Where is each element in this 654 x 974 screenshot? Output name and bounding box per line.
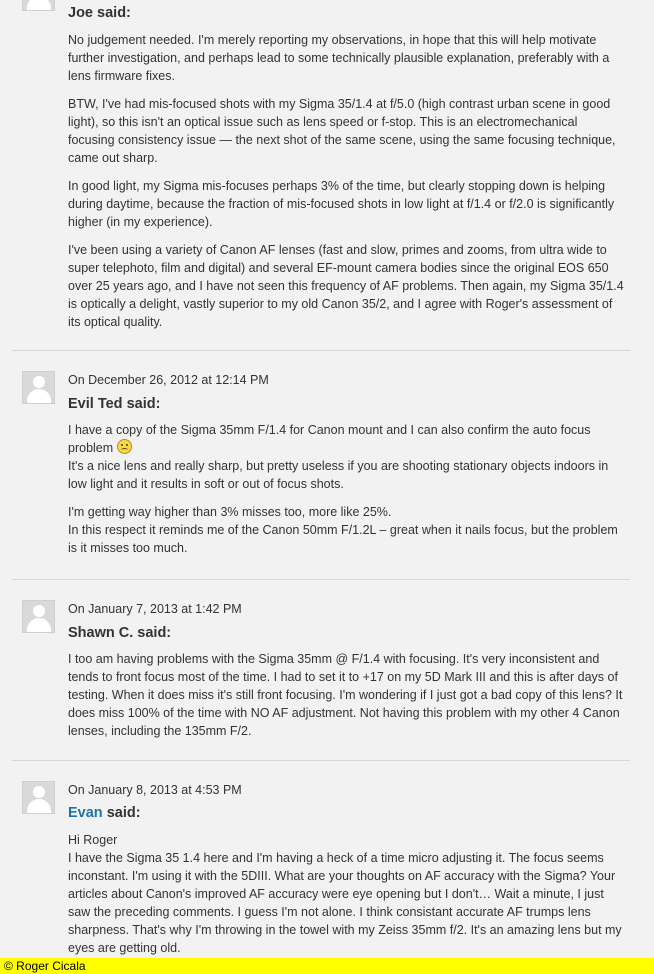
comment-greeting: Hi Roger [68, 833, 118, 847]
avatar [22, 781, 55, 814]
comment-paragraph: No judgement needed. I'm merely reportin… [68, 33, 610, 83]
comment-author: Shawn C. said: [68, 625, 171, 641]
avatar [22, 371, 55, 404]
comment-paragraph: BTW, I've had mis-focused shots with my … [68, 97, 616, 165]
comment-paragraph: I'm getting way higher than 3% misses to… [68, 505, 392, 519]
said-label: said: [106, 805, 141, 821]
author-name-link[interactable]: Evan [68, 805, 103, 821]
comment-divider [12, 350, 630, 351]
comment-body: I have a copy of the Sigma 35mm F/1.4 fo… [68, 421, 624, 557]
comment-paragraph: In this respect it reminds me of the Can… [68, 523, 618, 555]
comment-divider [12, 579, 630, 580]
sad-face-icon [116, 439, 132, 454]
comment-date[interactable]: On December 26, 2012 at 12:14 PM [68, 373, 269, 387]
comment-paragraph: I too am having problems with the Sigma … [68, 652, 623, 738]
comment-body: I too am having problems with the Sigma … [68, 650, 624, 750]
comment-paragraph: I have the Sigma 35 1.4 here and I'm hav… [68, 851, 622, 955]
comment-paragraph: It's a nice lens and really sharp, but p… [68, 459, 609, 491]
said-label: said: [126, 396, 161, 412]
comment-date[interactable]: On January 7, 2013 at 1:42 PM [68, 602, 242, 616]
avatar [22, 0, 55, 11]
comment-body: Hi Roger I have the Sigma 35 1.4 here an… [68, 831, 624, 957]
author-name: Joe [68, 5, 93, 21]
said-label: said: [137, 625, 172, 641]
comment-author: Evan said: [68, 805, 141, 821]
comment-body: No judgement needed. I'm merely reportin… [68, 31, 624, 341]
copyright-footer: © Roger Cicala [0, 958, 654, 974]
comment-author: Evil Ted said: [68, 396, 160, 412]
said-label: said: [97, 5, 131, 21]
author-name: Shawn C. [68, 625, 134, 641]
comment-paragraph: In good light, my Sigma mis-focuses perh… [68, 179, 615, 229]
comment-author: Joe said: [68, 5, 131, 21]
comment-divider [12, 760, 630, 761]
author-name: Evil Ted [68, 396, 123, 412]
avatar [22, 600, 55, 633]
comment-paragraph: I have a copy of the Sigma 35mm F/1.4 fo… [68, 423, 591, 455]
comment-date[interactable]: On January 8, 2013 at 4:53 PM [68, 783, 242, 797]
comment-paragraph: I've been using a variety of Canon AF le… [68, 243, 624, 329]
